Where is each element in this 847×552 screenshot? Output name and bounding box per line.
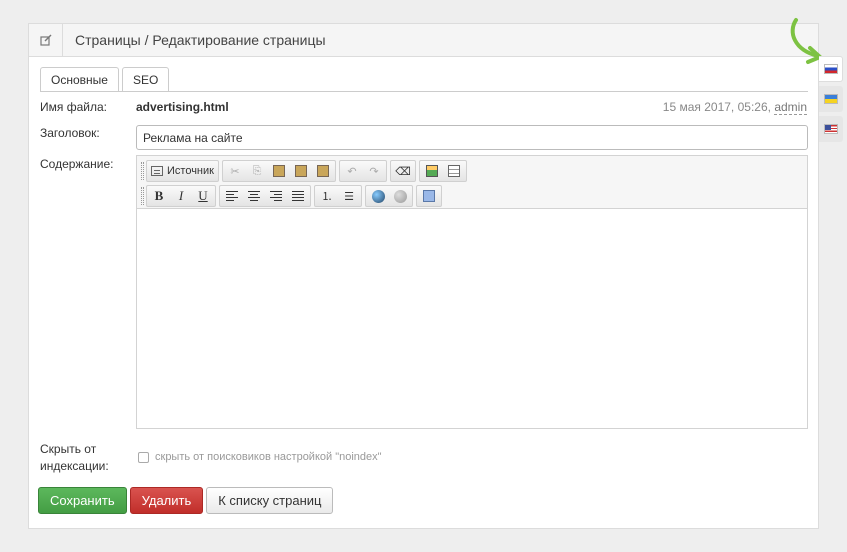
toolbar-group-source: Источник [146,160,219,182]
edit-page-panel: Страницы / Редактирование страницы Основ… [28,23,819,529]
meta-author-link[interactable]: admin [774,100,807,115]
unlink-icon[interactable] [389,186,411,206]
undo-icon[interactable]: ↶ [341,161,363,181]
meta-date: 15 мая 2017, 05:26, [662,100,771,114]
underline-icon[interactable]: U [192,186,214,206]
redo-icon[interactable]: ↷ [363,161,385,181]
back-to-list-button[interactable]: К списку страниц [206,487,334,514]
paste-word-icon[interactable] [312,161,334,181]
tabs-divider [40,91,808,92]
russia-flag-icon [823,64,838,74]
hide-indexing-label: Скрыть от индексации: [40,441,109,475]
paste-text-icon[interactable] [290,161,312,181]
paste-icon[interactable] [268,161,290,181]
lang-us[interactable] [819,116,843,142]
toolbar-group-clipboard: ✂ ⎘ [221,160,336,182]
hide-label-line-1: Скрыть от [40,442,97,456]
source-button[interactable]: Источник [148,161,217,181]
filename-value: advertising.html [136,100,229,114]
usa-flag-icon [824,124,838,134]
title-label: Заголовок: [40,126,100,140]
bulleted-list-icon[interactable]: ☰ [338,186,360,206]
copy-icon[interactable]: ⎘ [246,161,268,181]
toolbar-grip [141,162,144,180]
align-justify-icon[interactable] [287,186,309,206]
toolbar-group-insert [418,160,467,182]
table-icon[interactable] [443,161,465,181]
breadcrumb: Страницы / Редактирование страницы [75,32,326,48]
tab-seo[interactable]: SEO [121,67,170,92]
edit-icon [29,24,63,56]
toolbar-group-align [219,185,311,207]
editor-content-area[interactable] [137,208,807,428]
editor-toolbar-row-2: B I U ⒈ ☰ [137,184,445,208]
form-actions: Сохранить Удалить К списку страниц [38,487,336,514]
source-icon [151,166,163,176]
source-label: Источник [167,165,214,177]
align-center-icon[interactable] [243,186,265,206]
italic-icon[interactable]: I [170,186,192,206]
ukraine-flag-icon [824,94,838,104]
editor-toolbar-row-1: Источник ✂ ⎘ ↶ ↷ ⌫ [137,159,470,183]
bold-icon[interactable]: B [148,186,170,206]
numbered-list-icon[interactable]: ⒈ [316,186,338,206]
content-label: Содержание: [40,157,114,171]
align-left-icon[interactable] [221,186,243,206]
toolbar-group-lists: ⒈ ☰ [314,185,362,207]
noindex-checkbox[interactable] [138,451,149,463]
link-icon[interactable] [367,186,389,206]
toolbar-grip [141,187,144,205]
flash-icon[interactable] [418,186,440,206]
align-right-icon[interactable] [265,186,287,206]
page-meta: 15 мая 2017, 05:26, admin [662,100,807,115]
toolbar-group-format: ⌫ [389,160,416,182]
cut-icon[interactable]: ✂ [224,161,246,181]
panel-header: Страницы / Редактирование страницы [29,24,818,57]
delete-button[interactable]: Удалить [129,487,204,514]
eraser-icon[interactable]: ⌫ [392,161,414,181]
lang-ru[interactable] [819,56,843,82]
rich-text-editor: Источник ✂ ⎘ ↶ ↷ ⌫ B I U ⒈ ☰ [136,155,808,429]
noindex-option[interactable]: скрыть от поисковиков настройкой "noinde… [138,451,382,463]
hide-label-line-2: индексации: [40,459,109,473]
noindex-text: скрыть от поисковиков настройкой "noinde… [155,451,382,463]
toolbar-group-undo: ↶ ↷ [338,160,387,182]
toolbar-group-media [416,185,442,207]
save-button[interactable]: Сохранить [38,487,127,514]
toolbar-group-links [365,185,413,207]
toolbar-group-basic: B I U [146,185,216,207]
tab-main[interactable]: Основные [40,67,119,92]
filename-label: Имя файла: [40,100,107,114]
image-icon[interactable] [421,161,443,181]
lang-ua[interactable] [819,86,843,112]
tabs: Основные SEO [40,67,172,92]
title-input[interactable] [136,125,808,150]
